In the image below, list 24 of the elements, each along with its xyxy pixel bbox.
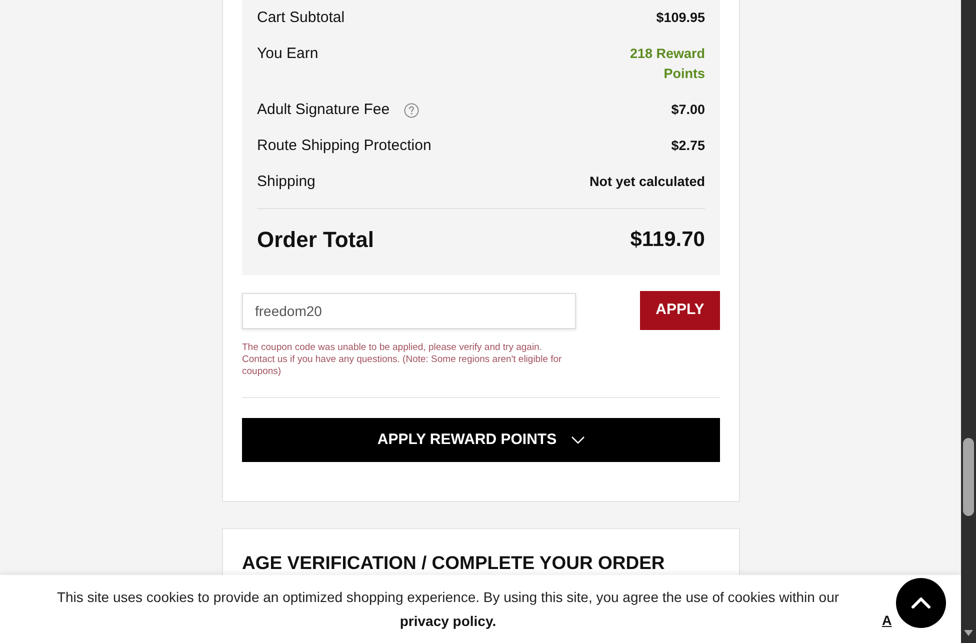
apply-reward-points-button[interactable]: APPLY REWARD POINTS <box>242 418 720 462</box>
summary-value: $2.75 <box>671 137 705 155</box>
scroll-down-arrow-icon[interactable] <box>964 630 973 636</box>
summary-label: You Earn <box>257 44 318 64</box>
cookie-notice: This site uses cookies to provide an optimized shopping experience. By using this site, you agree the use of cookies within our privacy policy. <box>56 588 840 631</box>
summary-label: Shipping <box>257 172 316 192</box>
coupon-field[interactable]: freedom20 <box>242 293 576 329</box>
privacy-policy-link[interactable]: privacy policy. <box>400 613 496 629</box>
summary-value: $109.95 <box>656 9 705 27</box>
reward-points-value: 218 Reward Points <box>628 45 705 83</box>
chevron-up-icon <box>911 597 931 609</box>
coupon-error-message: The coupon code was unable to be applied, please verify and try again. Contact us if you have any questions. (Note: Some regions aren't eligible for coupons) <box>242 342 563 378</box>
apply-coupon-button[interactable]: APPLY <box>640 291 720 330</box>
help-icon[interactable] <box>404 102 419 118</box>
summary-label: Adult Signature Fee <box>257 100 390 120</box>
order-total-value: $119.70 <box>630 227 705 253</box>
summary-value: Not yet calculated <box>589 173 705 191</box>
scrollbar-thumb[interactable] <box>963 438 974 516</box>
summary-label: Cart Subtotal <box>257 8 345 28</box>
summary-value: $7.00 <box>671 101 705 119</box>
summary-label: Route Shipping Protection <box>257 136 432 156</box>
accept-link[interactable]: A <box>882 611 892 631</box>
section-heading: AGE VERIFICATION / COMPLETE YOUR ORDER <box>242 551 666 575</box>
order-total-label: Order Total <box>257 226 374 254</box>
